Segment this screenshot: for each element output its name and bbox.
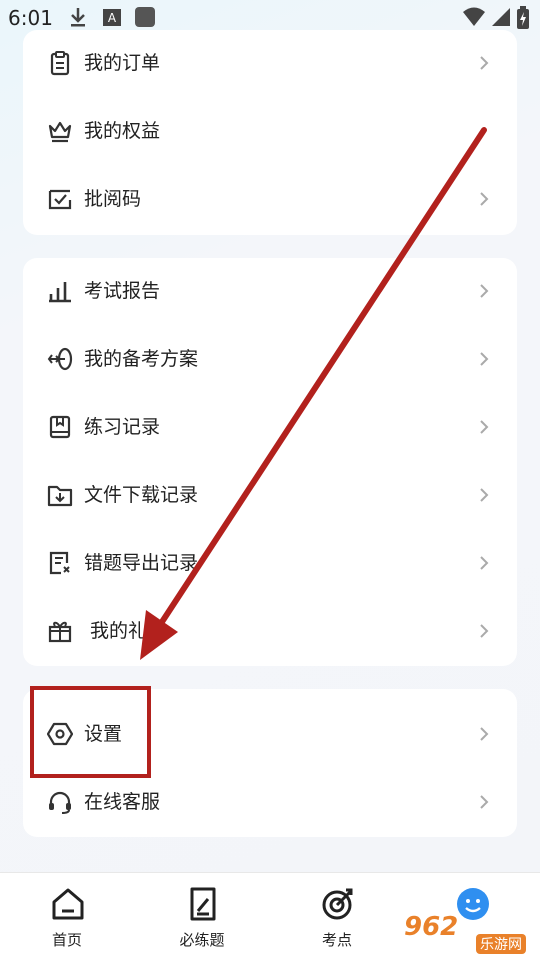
- menu-item-review-code[interactable]: 批阅码: [23, 166, 517, 234]
- chevron-right-icon: [480, 488, 489, 502]
- bar-chart-icon: [49, 282, 71, 303]
- menu-item-label: 我的礼包: [90, 620, 167, 642]
- menu-card-study: 考试报告 我的备考方案 练习记录 文件下载记录 错题导出记录 我的礼包: [23, 258, 517, 666]
- avatar-icon: [457, 888, 489, 920]
- home-icon: [52, 888, 84, 920]
- svg-text:A: A: [108, 11, 117, 25]
- folder-download-icon: [47, 485, 73, 507]
- crown-icon: [48, 121, 72, 143]
- menu-item-label: 考试报告: [84, 280, 161, 302]
- menu-item-label: 我的权益: [84, 120, 161, 142]
- tab-label: 必练题: [179, 931, 225, 949]
- bottom-tab-bar: 首页 必练题 考点: [0, 872, 540, 961]
- menu-item-benefits[interactable]: 我的权益: [23, 98, 517, 166]
- chevron-right-icon: [480, 56, 489, 70]
- chevron-right-icon: [480, 556, 489, 570]
- chevron-right-icon: [480, 795, 489, 809]
- wifi-icon: [463, 7, 485, 26]
- signal-icon: [492, 8, 510, 26]
- menu-item-label: 我的备考方案: [84, 348, 199, 370]
- headset-icon: [49, 791, 71, 814]
- clipboard-icon: [50, 51, 70, 76]
- tab-label: 考点: [321, 931, 352, 949]
- book-icon: [49, 415, 71, 439]
- menu-item-label: 错题导出记录: [84, 552, 199, 574]
- document-x-icon: [49, 551, 70, 575]
- menu-item-label: 我的订单: [84, 52, 161, 74]
- download-icon: [71, 8, 85, 27]
- status-time: 6:01: [8, 6, 53, 30]
- chevron-right-icon: [480, 420, 489, 434]
- menu-item-customer-service[interactable]: 在线客服: [23, 769, 517, 837]
- menu-item-label: 练习记录: [84, 416, 161, 438]
- chevron-right-icon: [480, 624, 489, 638]
- menu-item-error-export[interactable]: 错题导出记录: [23, 530, 517, 598]
- tab-label: 首页: [51, 931, 82, 949]
- target-icon: [322, 888, 353, 920]
- note-edit-icon: [190, 887, 216, 921]
- menu-item-gift[interactable]: 我的礼包: [23, 598, 517, 666]
- menu-item-label: 在线客服: [84, 791, 161, 813]
- watermark-subtext: 乐游网: [476, 934, 526, 954]
- chevron-right-icon: [480, 727, 489, 741]
- highlight-box: [30, 686, 151, 778]
- tab-home[interactable]: 首页: [17, 873, 117, 961]
- menu-item-orders[interactable]: 我的订单: [23, 30, 517, 98]
- menu-item-practice-record[interactable]: 练习记录: [23, 394, 517, 462]
- watermark-logo: 962: [404, 912, 459, 942]
- chevron-right-icon: [480, 352, 489, 366]
- checkbox-icon: [48, 189, 72, 210]
- chevron-right-icon: [480, 192, 489, 206]
- menu-item-study-plan[interactable]: 我的备考方案: [23, 326, 517, 394]
- tab-key-points[interactable]: 考点: [287, 873, 387, 961]
- gift-icon: [48, 621, 72, 643]
- tab-must-practice[interactable]: 必练题: [152, 873, 252, 961]
- menu-item-label: 批阅码: [84, 188, 142, 210]
- menu-card-account: 我的订单 我的权益 批阅码: [23, 30, 517, 235]
- menu-item-label: 文件下载记录: [84, 484, 199, 506]
- battery-charging-icon: [517, 6, 529, 29]
- menu-item-exam-report[interactable]: 考试报告: [23, 258, 517, 326]
- menu-item-download-record[interactable]: 文件下载记录: [23, 462, 517, 530]
- chevron-right-icon: [480, 284, 489, 298]
- app-icon: [135, 7, 155, 27]
- keyboard-a-icon: A: [103, 9, 121, 26]
- target-arrow-icon: [47, 347, 73, 371]
